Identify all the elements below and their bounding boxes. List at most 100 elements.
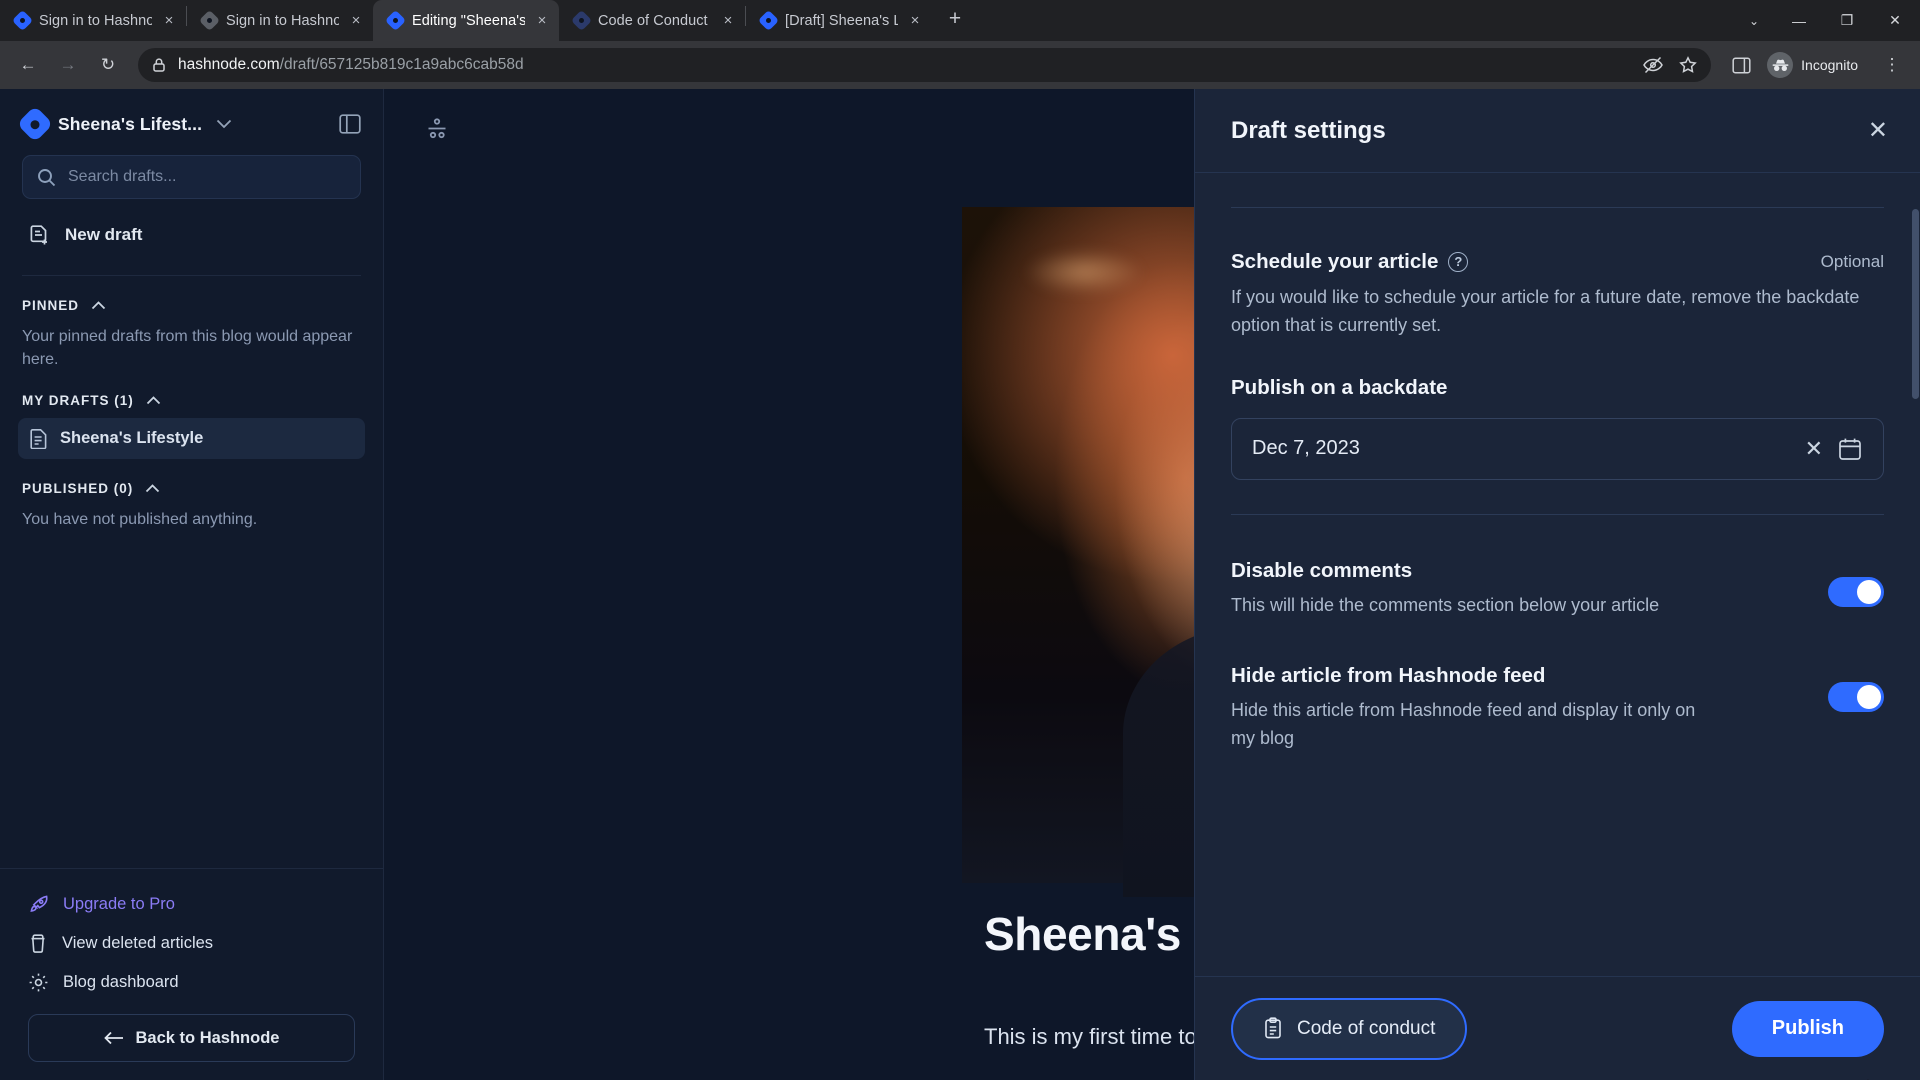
- backdate-title: Publish on a backdate: [1231, 375, 1448, 399]
- section-header-my-drafts[interactable]: MY DRAFTS (1): [22, 393, 361, 408]
- profile-chip[interactable]: Incognito: [1763, 49, 1870, 81]
- section-title: PINNED: [22, 298, 80, 313]
- draft-list-item[interactable]: Sheena's Lifestyle: [18, 418, 365, 460]
- clear-date-icon[interactable]: ✕: [1805, 436, 1823, 462]
- window-controls: ⌄ — ❐ ✕: [1734, 0, 1920, 41]
- help-circle-icon[interactable]: ?: [1448, 252, 1469, 272]
- view-deleted-articles-link[interactable]: View deleted articles: [22, 924, 361, 963]
- panel-title: Draft settings: [1231, 116, 1386, 144]
- gear-icon: [28, 972, 49, 993]
- close-icon[interactable]: ×: [160, 12, 178, 30]
- chevron-down-icon[interactable]: [216, 119, 232, 129]
- disable-comments-title: Disable comments: [1231, 558, 1413, 582]
- sidebar-footer: Upgrade to Pro View deleted articles Blo…: [0, 869, 383, 1080]
- upgrade-to-pro-link[interactable]: Upgrade to Pro: [22, 885, 361, 924]
- backdate-input[interactable]: Dec 7, 2023 ✕: [1231, 417, 1884, 480]
- published-empty-text: You have not published anything.: [22, 511, 258, 529]
- hide-from-feed-title: Hide article from Hashnode feed: [1231, 663, 1546, 687]
- document-icon: [30, 428, 48, 450]
- minimize-icon[interactable]: —: [1776, 0, 1822, 41]
- publish-button[interactable]: Publish: [1731, 1000, 1884, 1080]
- schedule-header-row: Schedule your article ? Optional: [1231, 250, 1884, 274]
- clipboard-icon: [1263, 1017, 1283, 1040]
- chevron-up-icon[interactable]: [145, 484, 160, 493]
- search-drafts-field[interactable]: [22, 155, 361, 199]
- back-icon[interactable]: ←: [10, 47, 46, 83]
- chevron-up-icon[interactable]: [146, 396, 161, 405]
- forward-icon[interactable]: →: [50, 47, 86, 83]
- close-icon[interactable]: ×: [719, 12, 737, 30]
- new-tab-button[interactable]: +: [940, 5, 970, 35]
- toggle-sidebar-icon[interactable]: [339, 114, 361, 134]
- close-icon[interactable]: ×: [906, 12, 924, 30]
- close-icon[interactable]: ✕: [1868, 118, 1888, 143]
- section-header-pinned[interactable]: PINNED: [22, 298, 361, 313]
- section-title: MY DRAFTS (1): [22, 393, 134, 409]
- tab-search-icon[interactable]: ⌄: [1734, 0, 1774, 41]
- calendar-icon[interactable]: [1837, 436, 1863, 462]
- blog-switcher[interactable]: Sheena's Lifest...: [0, 89, 383, 151]
- browser-toolbar: ← → ↻ hashnode.com/draft/657125b819c1a9a…: [0, 41, 1920, 89]
- side-panel-icon[interactable]: [1723, 47, 1759, 83]
- sidebar: Sheena's Lifest... Search drafts... New …: [0, 89, 384, 1080]
- reload-icon[interactable]: ↻: [90, 47, 126, 83]
- third-party-cookie-icon[interactable]: [1643, 56, 1664, 74]
- drawer-footer: Code of conduct Publish: [1195, 976, 1920, 1080]
- omnibox-actions: [1643, 56, 1697, 74]
- lock-icon: [152, 57, 166, 73]
- browser-tab-2[interactable]: Sign in to Hashnode ×: [187, 0, 373, 41]
- tab-title: [Draft] Sheena's Lifestyle: [785, 12, 898, 29]
- editor-options-icon[interactable]: [424, 115, 450, 141]
- disable-comments-toggle[interactable]: [1828, 576, 1884, 607]
- browser-tab-3-active[interactable]: Editing "Sheena's Lifestyle" ×: [373, 0, 559, 41]
- rocket-icon: [28, 894, 49, 915]
- chevron-up-icon[interactable]: [91, 301, 106, 310]
- browser-tab-5[interactable]: [Draft] Sheena's Lifestyle ×: [746, 0, 932, 41]
- maximize-icon[interactable]: ❐: [1824, 0, 1870, 41]
- back-label: Back to Hashnode: [135, 1028, 280, 1047]
- hashnode-icon: [384, 9, 407, 32]
- tab-title: Sign in to Hashnode: [39, 12, 152, 29]
- backdate-value: Dec 7, 2023: [1252, 437, 1360, 460]
- tab-title: Code of Conduct — Hashno: [598, 12, 711, 29]
- hashnode-icon: [757, 9, 780, 32]
- new-draft-button[interactable]: New draft: [22, 215, 361, 255]
- window-close-icon[interactable]: ✕: [1872, 0, 1918, 41]
- view-deleted-label: View deleted articles: [62, 934, 214, 952]
- drawer-header: Draft settings ✕: [1195, 89, 1920, 173]
- schedule-title: Schedule your article: [1231, 250, 1439, 273]
- divider: [22, 275, 361, 276]
- code-of-conduct-label: Code of conduct: [1297, 1017, 1436, 1039]
- incognito-icon: [1767, 52, 1794, 78]
- back-to-hashnode-button[interactable]: Back to Hashnode: [28, 1014, 355, 1062]
- section-header-published[interactable]: PUBLISHED (0): [22, 481, 361, 496]
- page-scrollbar[interactable]: [1911, 89, 1920, 1080]
- hide-from-feed-toggle[interactable]: [1828, 681, 1884, 712]
- upgrade-label: Upgrade to Pro: [63, 895, 175, 913]
- tab-strip: Sign in to Hashnode × Sign in to Hashnod…: [0, 0, 1920, 41]
- close-icon[interactable]: ×: [533, 12, 551, 30]
- close-icon[interactable]: ×: [347, 12, 365, 30]
- blog-dashboard-link[interactable]: Blog dashboard: [22, 963, 361, 1002]
- pinned-empty-text: Your pinned drafts from this blog would …: [22, 328, 353, 369]
- draft-item-label: Sheena's Lifestyle: [60, 429, 204, 448]
- browser-tab-1[interactable]: Sign in to Hashnode ×: [0, 0, 186, 41]
- browser-tab-4[interactable]: Code of Conduct — Hashno ×: [559, 0, 745, 41]
- scrollbar-thumb[interactable]: [1912, 209, 1919, 399]
- search-input[interactable]: [68, 168, 346, 186]
- new-draft-label: New draft: [65, 225, 143, 244]
- bookmark-star-icon[interactable]: [1679, 56, 1697, 74]
- hashnode-ring-icon: [570, 9, 593, 32]
- section-title: PUBLISHED (0): [22, 481, 134, 497]
- address-bar[interactable]: hashnode.com/draft/657125b819c1a9abc6cab…: [138, 48, 1712, 82]
- blog-name: Sheena's Lifest...: [58, 113, 203, 134]
- chrome-menu-icon[interactable]: ⋮: [1874, 47, 1910, 83]
- url-text: hashnode.com/draft/657125b819c1a9abc6cab…: [178, 56, 524, 74]
- hashnode-icon: [11, 9, 34, 32]
- publish-label: Publish: [1771, 1017, 1844, 1039]
- code-of-conduct-button[interactable]: Code of conduct: [1231, 997, 1468, 1060]
- disable-comments-texts: Disable comments This will hide the comm…: [1231, 559, 1804, 620]
- hashnode-grey-icon: [198, 9, 221, 32]
- trash-icon: [28, 933, 48, 954]
